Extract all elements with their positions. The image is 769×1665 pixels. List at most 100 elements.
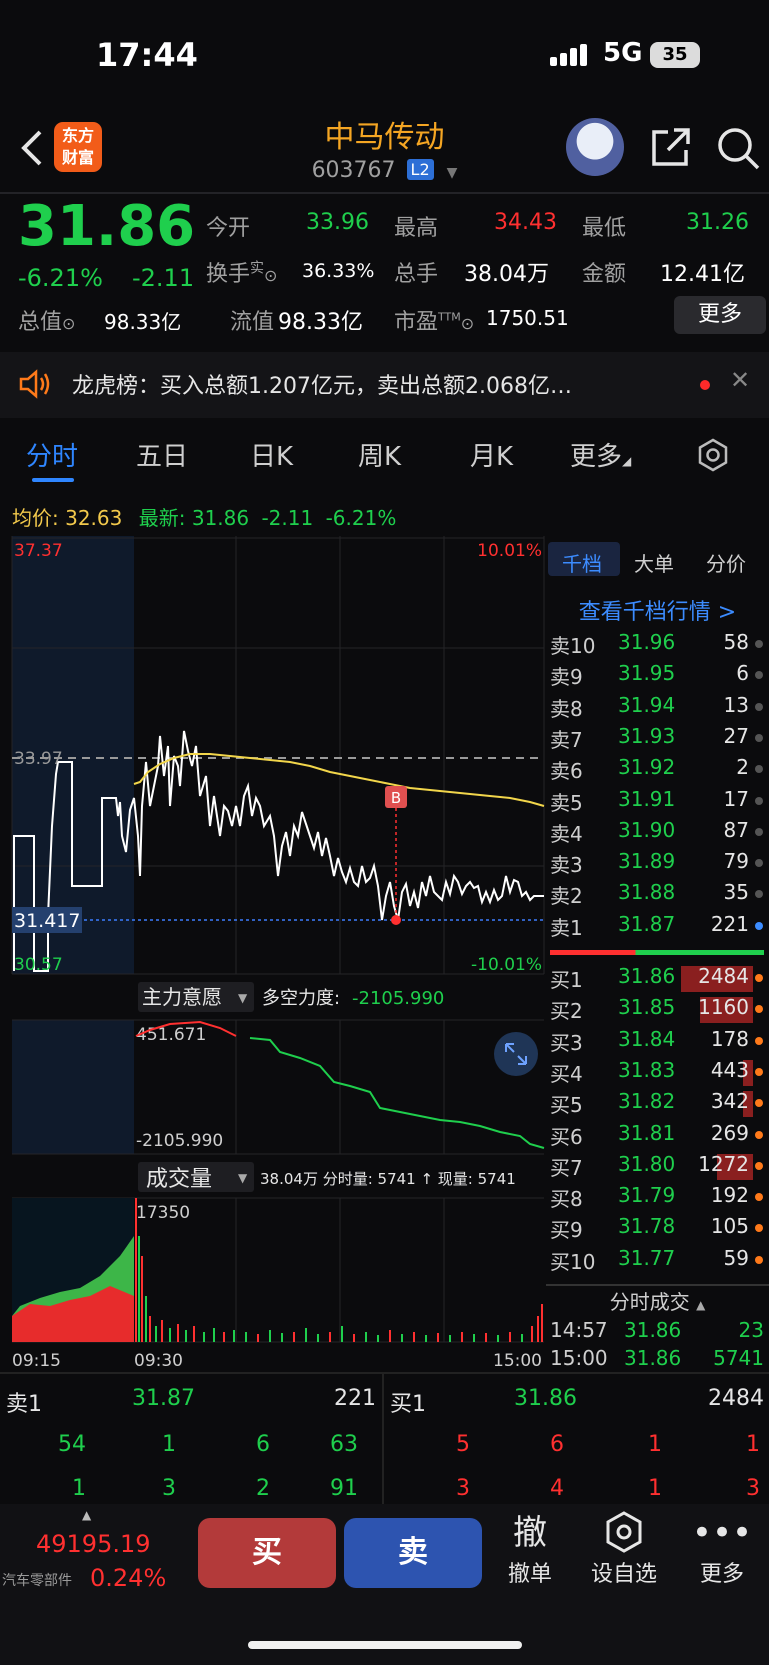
chevron-up-icon[interactable]: ▲ xyxy=(82,1508,91,1522)
level-dot xyxy=(755,1224,763,1233)
queue-order-cell: 5 xyxy=(456,1432,470,1457)
latest-pct: -6.21% xyxy=(325,506,397,530)
sector-index-name: 汽车零部件 xyxy=(2,1573,72,1589)
sell-level-row[interactable]: 卖3 31.89 79 xyxy=(550,849,769,880)
sell-level-row[interactable]: 卖9 31.95 6 xyxy=(550,661,769,692)
indicator-selector[interactable]: 主力意愿 xyxy=(142,985,222,1009)
sell-level-row[interactable]: 卖8 31.94 13 xyxy=(550,693,769,724)
buy-button[interactable]: 买 xyxy=(198,1518,336,1588)
tab-more[interactable]: 更多◢ xyxy=(570,436,631,473)
change-amount: -2.11 xyxy=(132,264,195,292)
level-volume: 269 xyxy=(710,1120,749,1145)
sell-button[interactable]: 卖 xyxy=(344,1518,482,1588)
share-icon[interactable] xyxy=(648,126,692,170)
more-quote-button[interactable]: 更多 xyxy=(674,296,766,334)
tick-trades-title[interactable]: 分时成交 ▲ xyxy=(546,1286,769,1315)
notice-text[interactable]: 龙虎榜：买入总额1.207亿元，卖出总额2.068亿… xyxy=(72,368,672,400)
avg-price-line xyxy=(133,753,545,807)
view-depth-link[interactable]: 查看千档行情 > xyxy=(546,594,769,626)
sector-index-value[interactable]: 49195.19 xyxy=(36,1530,151,1558)
buy-level-row[interactable]: 买9 31.78 105 xyxy=(550,1214,769,1245)
sell-level-row[interactable]: 卖4 31.90 87 xyxy=(550,818,769,849)
chevron-down-icon: ▼ xyxy=(238,1171,248,1185)
tab-depth[interactable]: 千档 xyxy=(562,548,602,577)
level-label: 卖2 xyxy=(550,884,583,909)
indicator-top-label: 451.671 xyxy=(136,1025,206,1045)
level-price: 31.82 xyxy=(618,1089,676,1114)
bottom-sell-vol: 221 xyxy=(334,1386,376,1411)
sell-level-row[interactable]: 卖2 31.88 35 xyxy=(550,880,769,911)
tab-big-order[interactable]: 大单 xyxy=(634,548,674,577)
add-watchlist-button[interactable]: 设自选 xyxy=(584,1510,664,1588)
intraday-chart[interactable]: B 37.37 10.01% 33.97 31.417 30.57 -10.01… xyxy=(0,536,546,1376)
level-label: 买2 xyxy=(550,999,583,1024)
tab-intraday[interactable]: 分时 xyxy=(26,436,78,473)
bottom-divider xyxy=(0,1372,769,1374)
tab-price-dist[interactable]: 分价 xyxy=(706,548,746,577)
level-price: 31.96 xyxy=(618,630,676,654)
level-dot xyxy=(755,1130,763,1139)
pe-label[interactable]: 市盈TTM⊙ xyxy=(394,304,474,336)
sell-level-row[interactable]: 卖7 31.93 27 xyxy=(550,724,769,755)
float-cap-label: 流值 xyxy=(230,310,275,335)
bottom-vertical-divider xyxy=(382,1374,384,1504)
buy-level-row[interactable]: 买7 31.80 1272 xyxy=(550,1152,769,1183)
buy-marker[interactable]: B xyxy=(385,786,407,925)
market-cap-label[interactable]: 总值⊙ xyxy=(18,304,75,336)
buy-level-row[interactable]: 买4 31.83 443 xyxy=(550,1058,769,1089)
tab-daily-k[interactable]: 日K xyxy=(250,436,293,473)
tab-monthly-k[interactable]: 月K xyxy=(470,436,513,473)
tick-volume: 23 xyxy=(738,1318,764,1342)
buy-level-row[interactable]: 买5 31.82 342 xyxy=(550,1089,769,1120)
indicator-value: -2105.990 xyxy=(352,988,444,1009)
queue-order-cell: 63 xyxy=(330,1432,358,1457)
buy-level-row[interactable]: 买8 31.79 192 xyxy=(550,1183,769,1214)
gear-icon[interactable] xyxy=(696,438,730,472)
buy-level-row[interactable]: 买2 31.85 1160 xyxy=(550,995,769,1026)
queue-order-cell: 1 xyxy=(746,1432,760,1457)
buy-level-row[interactable]: 买1 31.86 2484 xyxy=(550,964,769,995)
open-label: 今开 xyxy=(206,216,251,241)
expand-button[interactable] xyxy=(494,1032,538,1076)
l2-badge: L2 xyxy=(406,159,434,180)
level-label: 买4 xyxy=(550,1061,583,1086)
low-label: 最低 xyxy=(582,216,627,241)
bottom-sell-price: 31.87 xyxy=(132,1386,195,1411)
volume-bars xyxy=(135,1198,543,1342)
queue-order-cell: 6 xyxy=(256,1432,270,1457)
close-icon[interactable]: ✕ xyxy=(730,366,750,394)
home-indicator[interactable] xyxy=(248,1641,522,1649)
sell-level-row[interactable]: 卖1 31.87 221 xyxy=(550,912,769,943)
tab-weekly-k[interactable]: 周K xyxy=(358,436,401,473)
level-label: 卖3 xyxy=(550,853,583,878)
tick-price: 31.86 xyxy=(624,1346,682,1370)
level-price: 31.81 xyxy=(618,1120,676,1145)
cancel-order-button[interactable]: 撤 撤单 xyxy=(490,1510,570,1588)
battery-icon: 35 xyxy=(650,42,700,68)
level-price: 31.88 xyxy=(618,880,676,905)
search-icon[interactable] xyxy=(714,124,762,172)
turnover-label[interactable]: 换手实⊙ xyxy=(206,256,277,288)
volume-selector[interactable]: 成交量 xyxy=(146,1167,212,1192)
bottom-sell-label: 卖1 xyxy=(6,1392,42,1417)
level-label: 买7 xyxy=(550,1155,583,1180)
buy-level-row[interactable]: 买6 31.81 269 xyxy=(550,1121,769,1152)
level-label: 买1 xyxy=(550,968,583,992)
level-price: 31.78 xyxy=(618,1214,676,1239)
tick-volume: 5741 xyxy=(713,1346,764,1370)
buy-level-row[interactable]: 买10 31.77 59 xyxy=(550,1246,769,1277)
footer-more-button[interactable]: ••• 更多 xyxy=(682,1510,762,1588)
buy-level-row[interactable]: 买3 31.84 178 xyxy=(550,1027,769,1058)
queue-order-cell: 1 xyxy=(72,1476,86,1501)
bottom-buy-label: 买1 xyxy=(390,1392,426,1417)
sell-level-row[interactable]: 卖5 31.91 17 xyxy=(550,787,769,818)
volume-info: 38.04万 分时量: 5741 ↑ 现量: 5741 xyxy=(260,1170,516,1188)
level-volume: 178 xyxy=(710,1026,749,1051)
level-volume: 87 xyxy=(723,817,749,842)
info-icon: ⊙ xyxy=(460,314,475,333)
tab-five-day[interactable]: 五日 xyxy=(136,436,188,473)
sell-level-row[interactable]: 卖10 31.96 58 xyxy=(550,630,769,661)
robot-assistant-icon[interactable] xyxy=(566,118,624,176)
sell-level-row[interactable]: 卖6 31.92 2 xyxy=(550,755,769,786)
signal-icon xyxy=(550,44,587,66)
